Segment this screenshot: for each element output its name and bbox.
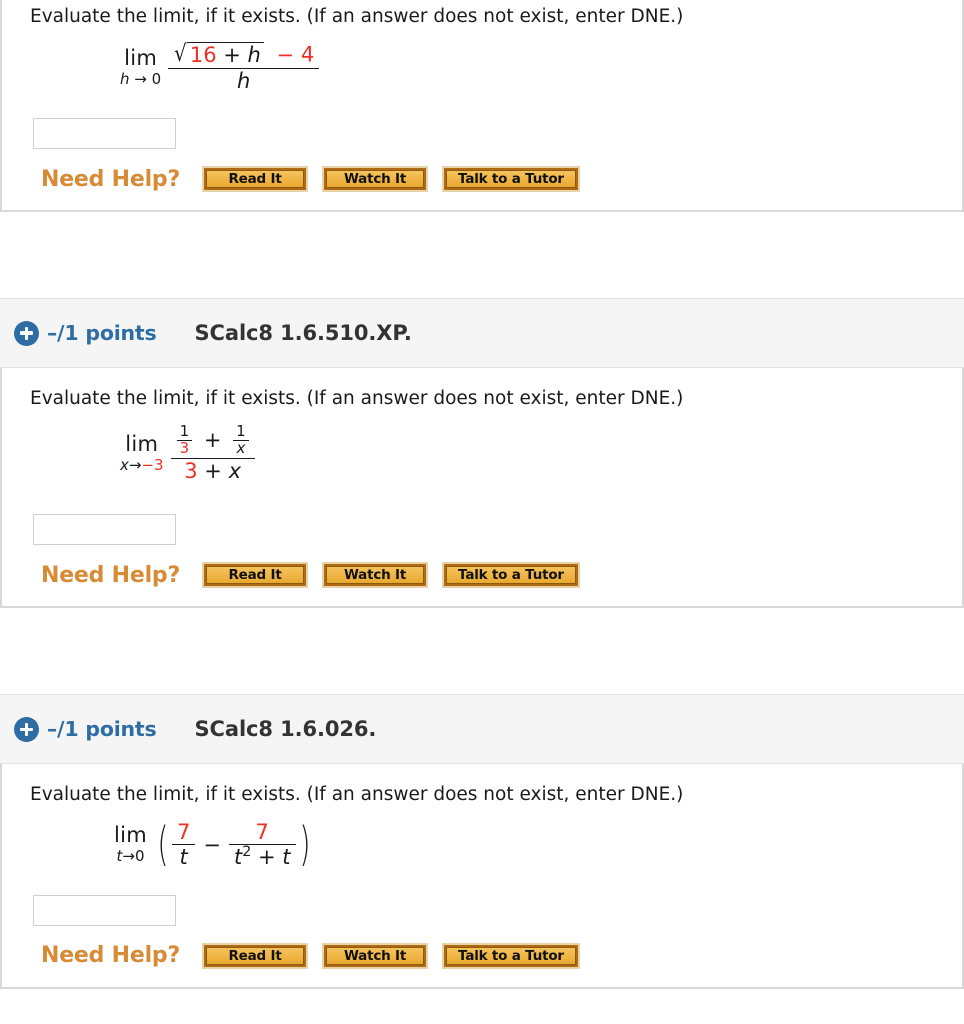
fraction-1: 7 t xyxy=(171,819,196,869)
watch-it-label: Watch It xyxy=(326,566,425,585)
section-gap-2 xyxy=(0,608,964,695)
square-root-1: √ 16 + h xyxy=(173,42,264,67)
read-it-label: Read It xyxy=(206,566,305,585)
math-expression-1: lim h → 0 √ 16 + h − 4 h xyxy=(2,42,962,104)
question-card-2: Evaluate the limit, if it exists. (If an… xyxy=(0,368,964,609)
fraction-numerator: 1 3 + 1 x xyxy=(171,424,255,458)
question-prompt-3: Evaluate the limit, if it exists. (If an… xyxy=(30,784,684,806)
fraction-denominator: t2 + t xyxy=(228,844,296,869)
lim-label: lim xyxy=(124,45,158,70)
inner-denominator: 3 xyxy=(176,440,193,457)
fraction-numerator: √ 16 + h − 4 xyxy=(168,42,319,68)
need-help-label: Need Help? xyxy=(41,562,181,588)
question-card-3: Evaluate the limit, if it exists. (If an… xyxy=(0,764,964,989)
limit-operator-1: lim h → 0 xyxy=(120,45,162,88)
fraction-2: 7 t2 + t xyxy=(228,819,296,869)
expression-minus: − xyxy=(203,832,221,857)
numerator-subtrahend: 4 xyxy=(300,42,315,67)
talk-to-tutor-label: Talk to a Tutor xyxy=(446,946,576,965)
question-prompt-1: Evaluate the limit, if it exists. (If an… xyxy=(30,6,684,27)
limit-operator-3: lim t→0 xyxy=(114,825,147,864)
watch-it-button[interactable]: Watch It xyxy=(322,166,429,193)
problem-id-3: SCalc8 1.6.026. xyxy=(194,717,377,742)
main-fraction-1: √ 16 + h − 4 h xyxy=(168,42,320,93)
answer-input-1[interactable] xyxy=(33,118,176,150)
expand-plus-icon[interactable] xyxy=(14,320,39,346)
paren-open: ( xyxy=(157,816,169,871)
radicand: 16 + h xyxy=(186,42,264,67)
paren-close: ) xyxy=(298,816,311,871)
fraction-numerator: 7 xyxy=(176,819,191,844)
talk-to-tutor-button[interactable]: Talk to a Tutor xyxy=(442,166,580,193)
read-it-button[interactable]: Read It xyxy=(202,562,309,589)
answer-input-2[interactable] xyxy=(33,514,176,546)
assignment-page: Evaluate the limit, if it exists. (If an… xyxy=(0,0,964,989)
question-prompt-2: Evaluate the limit, if it exists. (If an… xyxy=(30,388,684,410)
points-label-2: –/1 points xyxy=(47,321,157,346)
need-help-label: Need Help? xyxy=(41,166,181,192)
main-fraction-2: 1 3 + 1 x 3 + x xyxy=(170,424,255,483)
inner-fraction-1: 1 3 xyxy=(176,422,193,457)
answer-input-3[interactable] xyxy=(33,894,176,926)
points-label-3: –/1 points xyxy=(47,717,157,742)
read-it-button[interactable]: Read It xyxy=(202,942,309,969)
inner-numerator: 1 xyxy=(236,422,246,441)
problem-id-2: SCalc8 1.6.510.XP. xyxy=(194,321,412,346)
inner-numerator: 1 xyxy=(179,422,190,441)
math-expression-2: lim x→−3 1 3 + 1 x 3 + x xyxy=(2,424,962,500)
question-card-1: Evaluate the limit, if it exists. (If an… xyxy=(0,0,964,213)
need-help-label: Need Help? xyxy=(41,943,181,969)
lim-label: lim xyxy=(125,431,159,456)
read-it-label: Read It xyxy=(206,170,305,189)
fraction-denominator: 3 + x xyxy=(170,457,255,483)
need-help-row-1: Need Help? Read It Watch It Talk to a Tu… xyxy=(41,166,962,193)
watch-it-button[interactable]: Watch It xyxy=(322,562,429,589)
need-help-row-3: Need Help? Read It Watch It Talk to a Tu… xyxy=(41,942,962,969)
watch-it-label: Watch It xyxy=(326,170,425,189)
talk-to-tutor-label: Talk to a Tutor xyxy=(446,566,576,585)
section-gap-1 xyxy=(0,212,964,299)
inner-denominator: x xyxy=(233,440,249,457)
lim-subscript: x→−3 xyxy=(120,455,164,474)
numerator-minus: − xyxy=(276,42,295,67)
talk-to-tutor-button[interactable]: Talk to a Tutor xyxy=(442,562,580,589)
expand-plus-icon[interactable] xyxy=(14,716,39,742)
fraction-denominator: t xyxy=(171,844,196,869)
fraction-numerator: 7 xyxy=(255,819,269,844)
numerator-plus: + xyxy=(203,427,222,452)
watch-it-label: Watch It xyxy=(326,946,425,965)
read-it-button[interactable]: Read It xyxy=(202,166,309,193)
talk-to-tutor-label: Talk to a Tutor xyxy=(446,170,576,189)
watch-it-button[interactable]: Watch It xyxy=(322,942,429,969)
talk-to-tutor-button[interactable]: Talk to a Tutor xyxy=(442,942,580,969)
question-header-2: –/1 points SCalc8 1.6.510.XP. xyxy=(0,298,964,369)
read-it-label: Read It xyxy=(206,946,305,965)
radical-sign-icon: √ xyxy=(174,40,187,67)
limit-operator-2: lim x→−3 xyxy=(120,431,164,474)
lim-subscript: t→0 xyxy=(116,847,145,866)
lim-label: lim xyxy=(114,823,148,848)
fraction-denominator: h xyxy=(168,67,320,93)
lim-subscript: h → 0 xyxy=(120,69,162,88)
math-expression-3: lim t→0 ( 7 t − 7 t2 + t ) xyxy=(2,816,962,881)
question-header-3: –/1 points SCalc8 1.6.026. xyxy=(0,694,964,765)
need-help-row-2: Need Help? Read It Watch It Talk to a Tu… xyxy=(41,562,962,589)
inner-fraction-2: 1 x xyxy=(233,424,249,457)
